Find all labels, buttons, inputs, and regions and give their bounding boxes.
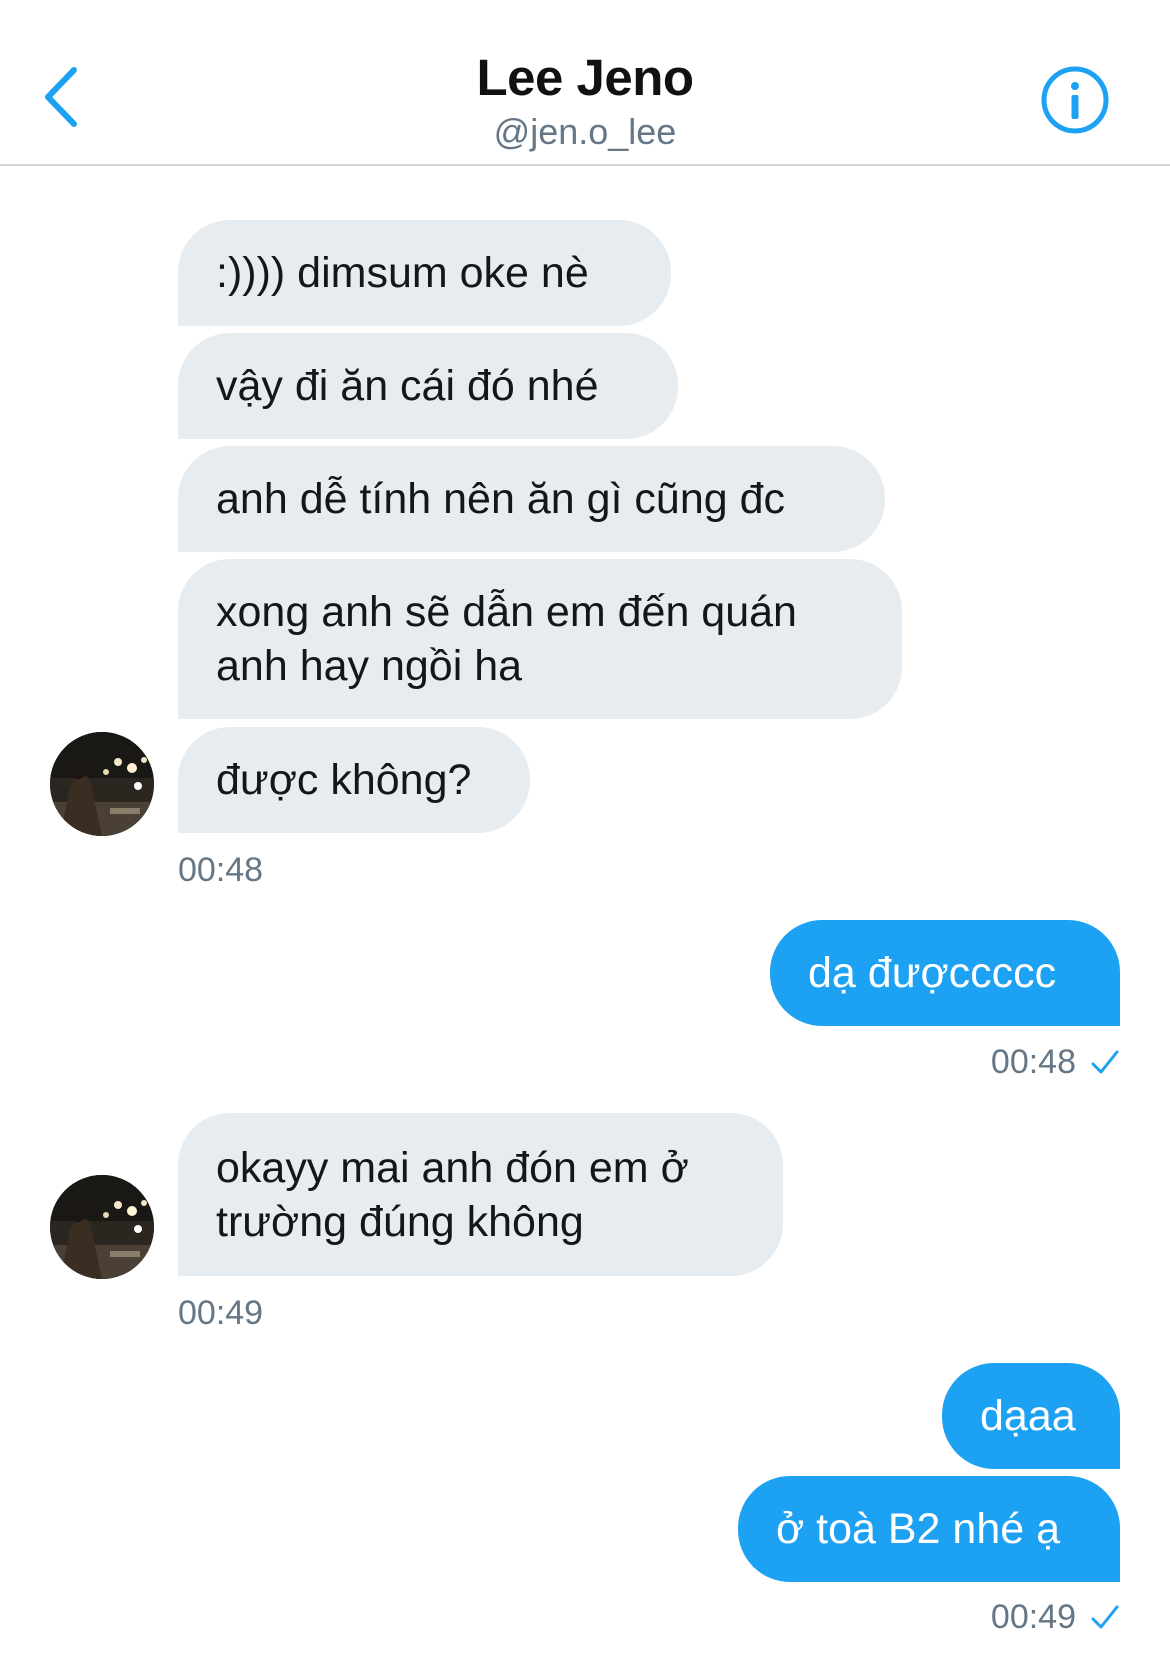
message-text-line: trường đúng không	[216, 1197, 584, 1246]
avatar-photo	[50, 732, 154, 836]
checkmark-icon	[1090, 1599, 1120, 1639]
message-bubble-outgoing[interactable]: dạaa	[942, 1363, 1120, 1469]
user-handle[interactable]: @jen.o_lee	[0, 110, 1170, 154]
info-button[interactable]	[1040, 65, 1110, 135]
conversation-header: Lee Jeno @jen.o_lee	[0, 0, 1170, 166]
message-text: anh dễ tính nên ăn gì cũng đc	[216, 475, 786, 523]
page-title[interactable]: Lee Jeno	[0, 48, 1170, 108]
message-timestamp: 00:48	[178, 851, 264, 889]
message-bubble-incoming[interactable]: được không?	[178, 727, 530, 833]
message-bubble-outgoing[interactable]: dạ đượccccc	[770, 920, 1120, 1026]
message-text-line: anh hay ngồi ha	[216, 642, 523, 690]
timestamp-text: 00:49	[990, 1598, 1076, 1636]
message-text-line: okayy mai anh đón em ở	[216, 1143, 689, 1192]
message-bubble-outgoing[interactable]: ở toà B2 nhé ạ	[738, 1476, 1120, 1582]
avatar[interactable]	[50, 1175, 154, 1279]
info-circle-icon	[1041, 66, 1109, 134]
message-text-line: xong anh sẽ dẫn em đến quán	[216, 588, 797, 636]
message-text: được không?	[216, 756, 472, 804]
message-bubble-incoming[interactable]: xong anh sẽ dẫn em đến quán anh hay ngồi…	[178, 559, 902, 719]
message-bubble-incoming[interactable]: okayy mai anh đón em ở trường đúng không	[178, 1113, 783, 1276]
message-timestamp: 00:49	[178, 1294, 264, 1332]
message-bubble-incoming[interactable]: vậy đi ăn cái đó nhé	[178, 333, 678, 439]
message-bubble-incoming[interactable]: anh dễ tính nên ăn gì cũng đc	[178, 446, 885, 552]
timestamp-text: 00:48	[990, 1043, 1076, 1081]
message-text: vậy đi ăn cái đó nhé	[216, 362, 599, 410]
message-text: :)))) dimsum oke nè	[216, 249, 589, 297]
message-bubble-incoming[interactable]: :)))) dimsum oke nè	[178, 220, 671, 326]
avatar[interactable]	[50, 732, 154, 836]
message-text: dạaa	[980, 1392, 1076, 1440]
message-text: ở toà B2 nhé ạ	[776, 1505, 1061, 1553]
message-text: dạ đượccccc	[808, 949, 1057, 997]
avatar-photo	[50, 1175, 154, 1279]
message-timestamp: 00:48	[930, 1042, 1120, 1084]
message-timestamp: 00:49	[930, 1597, 1120, 1639]
checkmark-icon	[1090, 1044, 1120, 1084]
